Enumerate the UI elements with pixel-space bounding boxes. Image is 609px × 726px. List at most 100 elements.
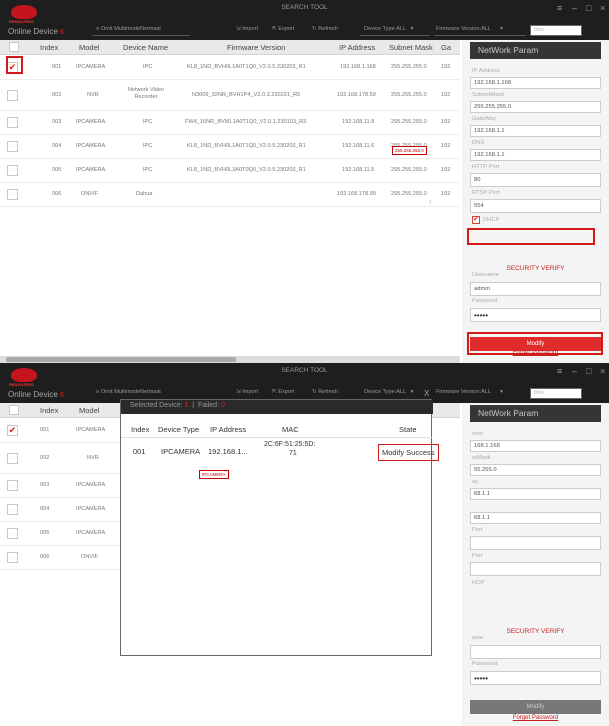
password-field[interactable]: ••••• [470,671,601,685]
window-title: SEARCH TOOL [281,367,328,374]
forget-password-link[interactable]: Forget Password [462,715,609,721]
table-row[interactable]: 002 NVR [0,444,120,474]
gateway-label: ay [472,479,479,485]
row-checkbox[interactable] [7,165,18,176]
table-row[interactable]: ✔ 001 IPCAMERA IPC KL8_1ND_BVH0L1A0T1Q0_… [0,56,460,80]
table-row[interactable]: 002 NVR Network Video Recorder N3009_32N… [0,81,460,111]
close-icon[interactable]: × [600,3,605,13]
username-field[interactable] [470,645,601,659]
row-gateway: 192 [441,143,451,149]
row-model: IPCAMERA [76,143,106,149]
table-row[interactable]: 006 ONVIF Dahua 192.168.178.99 255.255.2… [0,183,460,207]
subnet-mask-field[interactable]: 55.255.0 [470,464,601,476]
row-model: IPCAMERA [76,530,106,536]
ip-address-label: ress [472,431,483,437]
col-ip[interactable]: IP Address [339,43,375,52]
col-subnet[interactable]: Subnet Mask [389,43,433,52]
col-firmware[interactable]: Firmware Version [227,43,285,52]
close-icon[interactable]: × [600,366,605,376]
select-all-checkbox[interactable] [9,405,19,415]
row-checkbox[interactable] [7,453,18,464]
table-row[interactable]: 003 IPCAMERA IPC FW4_16NR_BVML1A0T1Q0_V2… [0,111,460,135]
http-port-label: HTTP Port [472,164,500,170]
row-index: 004 [52,143,62,149]
row-checkbox[interactable] [7,528,18,539]
http-port-field[interactable] [470,536,601,550]
row-firmware: KL8_1ND_BVH0L3A0T0Q0_V2.0.5.230203_R1 [187,167,306,173]
online-device-label: Online Device 6 [8,27,64,36]
password-label: Password [472,298,498,304]
subnet-mask-field[interactable]: 255.255.255.0 [470,101,601,113]
modify-button[interactable]: Modify [470,700,601,714]
table-row[interactable]: ✔ 001 IPCAMERA [0,419,120,443]
import-button[interactable]: ⇲ Import [236,26,258,32]
dlg-col-ip: IP Address [210,425,247,434]
table-row[interactable]: 003 IPCAMERA [0,474,120,498]
row-checkbox[interactable] [7,141,18,152]
forget-password-link[interactable]: Forget Password [462,350,609,356]
menu-icon[interactable]: ≡ [557,366,562,376]
table-row[interactable]: 004 IPCAMERA [0,498,120,522]
firmware-version-select[interactable]: Firmware Version:ALL ▾ [436,389,503,395]
password-field[interactable]: ••••• [470,308,601,322]
export-button[interactable]: ⇱ Export [272,26,294,32]
maximize-icon[interactable]: □ [586,3,591,13]
col-index[interactable]: Index [40,43,58,52]
table-row[interactable]: 004 IPCAMERA IPC KL8_1ND_BVH0L1A0T1Q0_V2… [0,135,460,159]
table-row[interactable]: 006 ONVIF [0,546,120,570]
dns-field[interactable]: 192.168.1.1 [470,149,601,161]
col-gateway[interactable]: Ga [441,43,451,52]
omit-multimode-filter[interactable]: ≡ Omit MultimodeNetmast [96,389,161,395]
security-verify-label: SECURITY VERIFY [506,265,565,272]
row-checkbox[interactable] [7,552,18,563]
refresh-button[interactable]: ↻ Refresh [312,389,338,395]
scroll-right-icon[interactable]: › [429,197,432,206]
dhcp-checkbox[interactable]: ✔ [472,216,480,224]
dlg-col-state: State [399,425,417,434]
row-checkbox[interactable] [7,90,18,101]
horizontal-scrollbar[interactable] [0,356,460,363]
col-model[interactable]: Model [79,43,99,52]
search-input[interactable]: filter [530,388,582,399]
device-type-select[interactable]: Device Type:ALL ▾ [364,389,413,395]
row-checkbox[interactable] [7,480,18,491]
table-row[interactable]: 005 IPCAMERA [0,522,120,546]
minimize-icon[interactable]: – [572,3,577,13]
refresh-button[interactable]: ↻ Refresh [312,26,338,32]
username-field[interactable]: admin [470,282,601,296]
subnet-tooltip: 255.255.255.0 [392,146,427,155]
ip-address-field[interactable]: 168.1.168 [470,440,601,452]
export-button[interactable]: ⇱ Export [272,389,294,395]
row-gateway: 192 [441,167,451,173]
dialog-close-icon[interactable]: X [424,389,429,398]
row-checkbox[interactable] [7,189,18,200]
col-model[interactable]: Model [79,406,99,415]
gateway-field[interactable]: 192.168.1.1 [470,125,601,137]
col-index[interactable]: Index [40,406,58,415]
ip-address-field[interactable]: 192.168.1.168 [470,77,601,89]
row-ip: 192.168.178.59 [337,92,376,98]
col-device-name[interactable]: Device Name [123,43,168,52]
rtsp-port-field[interactable]: 554 [470,199,601,213]
dlg-row-mac: 2C:6F:51:25:5D: [264,441,316,448]
select-all-checkbox[interactable] [9,42,19,52]
row-checkbox[interactable]: ✔ [7,425,18,436]
dlg-row-index: 001 [133,447,146,456]
menu-icon[interactable]: ≡ [557,3,562,13]
row-checkbox[interactable] [7,504,18,515]
maximize-icon[interactable]: □ [586,366,591,376]
row-index: 002 [40,455,50,461]
import-button[interactable]: ⇲ Import [236,389,258,395]
row-ip: 192.168.1.168 [340,64,376,70]
rtsp-port-field[interactable] [470,562,601,576]
minimize-icon[interactable]: – [572,366,577,376]
dlg-col-index: Index [131,425,150,434]
gateway-field[interactable]: 68.1.1 [470,488,601,500]
selected-device-count: 1 [184,402,189,409]
row-checkbox[interactable] [7,117,18,128]
dns-field[interactable]: 68.1.1 [470,512,601,524]
search-input[interactable]: filter [530,25,582,36]
http-port-field[interactable]: 80 [470,173,601,187]
table-row[interactable]: 005 IPCAMERA IPC KL8_1ND_BVH0L3A0T0Q0_V2… [0,159,460,183]
dhcp-highlight [467,228,595,245]
